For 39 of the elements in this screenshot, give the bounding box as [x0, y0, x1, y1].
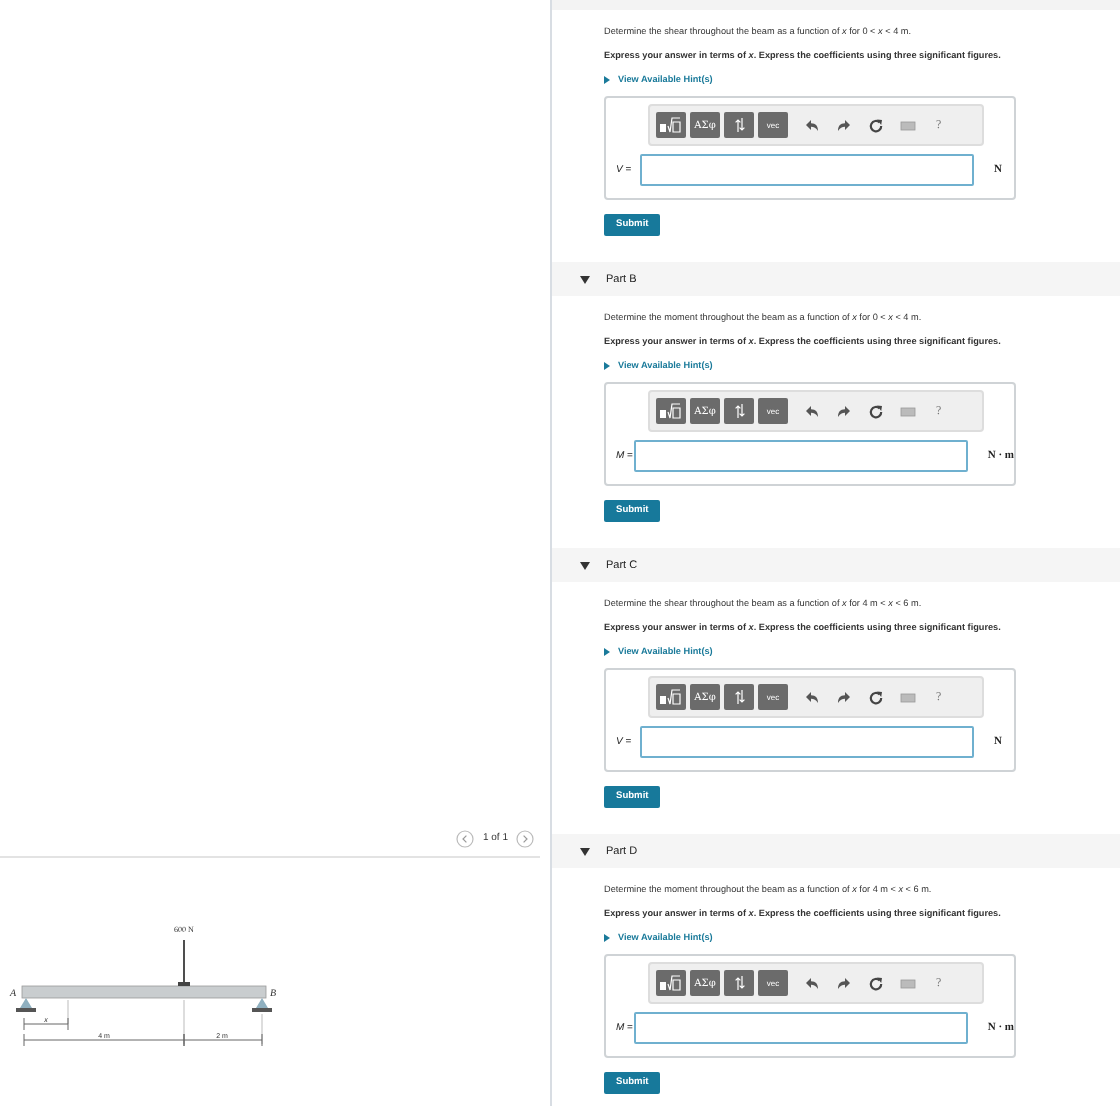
caret-icon — [604, 647, 610, 655]
answer-field[interactable] — [640, 726, 974, 758]
answer-field[interactable] — [633, 440, 968, 472]
reset-icon[interactable] — [868, 117, 884, 133]
answer-field[interactable] — [640, 154, 974, 186]
undo-icon[interactable] — [804, 117, 820, 133]
arrows-button[interactable] — [724, 398, 754, 424]
roller-support-icon — [16, 998, 36, 1012]
caret-icon — [604, 361, 610, 369]
reset-icon[interactable] — [868, 403, 884, 419]
template-button[interactable] — [656, 684, 686, 710]
redo-icon[interactable] — [836, 117, 852, 133]
reset-icon[interactable] — [868, 689, 884, 705]
radical-template-icon — [660, 974, 682, 992]
caret-icon — [604, 75, 610, 83]
undo-icon[interactable] — [804, 689, 820, 705]
radical-template-icon — [660, 688, 682, 706]
undo-icon[interactable] — [804, 403, 820, 419]
undo-icon[interactable] — [804, 975, 820, 991]
answer-field[interactable] — [633, 1012, 968, 1044]
arrows-button[interactable] — [724, 684, 754, 710]
radical-template-icon — [660, 402, 682, 420]
arrows-button[interactable] — [724, 112, 754, 138]
template-button[interactable] — [656, 398, 686, 424]
redo-icon[interactable] — [836, 975, 852, 991]
roller-support-icon — [252, 998, 272, 1012]
redo-icon[interactable] — [836, 689, 852, 705]
up-down-arrows-icon — [733, 118, 745, 132]
arrows-button[interactable] — [724, 970, 754, 996]
template-button[interactable] — [656, 112, 686, 138]
load-arrow — [178, 939, 190, 986]
redo-icon[interactable] — [836, 403, 852, 419]
caret-icon — [604, 933, 610, 941]
radical-template-icon — [660, 116, 682, 134]
up-down-arrows-icon — [733, 976, 745, 990]
up-down-arrows-icon — [733, 690, 745, 704]
template-button[interactable] — [656, 970, 686, 996]
up-down-arrows-icon — [733, 404, 745, 418]
reset-icon[interactable] — [868, 975, 884, 991]
